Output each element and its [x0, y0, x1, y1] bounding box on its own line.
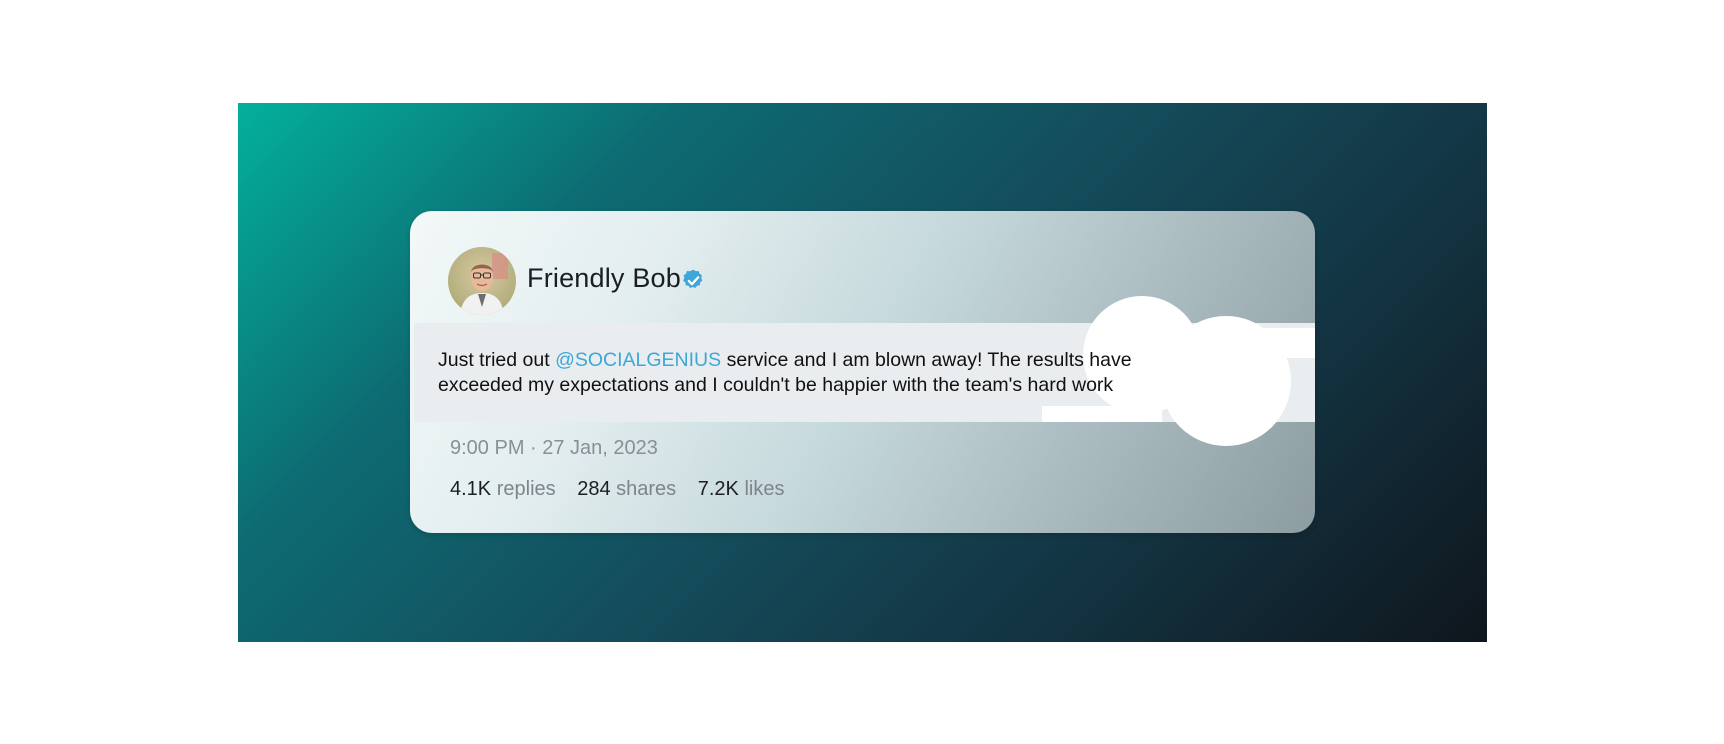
mention-link[interactable]: @SOCIALGENIUS [555, 349, 721, 371]
replies-stat[interactable]: 4.1K replies [450, 478, 556, 501]
tweet-stats: 4.1K replies 284 shares 7.2K likes [450, 478, 800, 501]
avatar[interactable] [448, 247, 516, 315]
verified-badge-icon [681, 268, 706, 293]
author-name[interactable]: Friendly Bob [527, 263, 681, 294]
tweet-timestamp: 9:00 PM · 27 Jan, 2023 [450, 437, 658, 459]
tweet-card: Friendly Bob Just tried out @SOCIALGENIU… [410, 211, 1315, 533]
tweet-text: Just tried out @SOCIALGENIUS service and… [438, 349, 1132, 396]
likes-stat[interactable]: 7.2K likes [698, 478, 785, 501]
shares-stat[interactable]: 284 shares [577, 478, 676, 501]
